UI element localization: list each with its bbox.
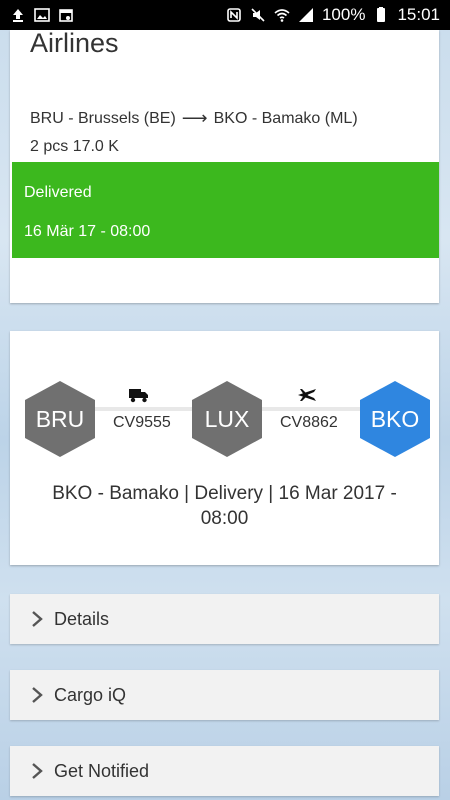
- chevron-right-icon: [32, 763, 43, 779]
- airplane-icon: [298, 389, 316, 401]
- cargo-iq-label: Cargo iQ: [54, 684, 127, 705]
- get-notified-section[interactable]: Get Notified: [10, 746, 439, 796]
- details-section[interactable]: Details: [10, 594, 439, 644]
- status-banner: Delivered 16 Mär 17 - 08:00: [12, 162, 439, 258]
- truck-icon: [129, 389, 148, 403]
- clock: 15:01: [397, 5, 440, 24]
- destination-text: BKO - Bamako (ML): [213, 109, 358, 127]
- flight-number: CV9555: [113, 414, 171, 431]
- signal-icon: [298, 8, 313, 22]
- stop-bru: BRU: [25, 381, 95, 457]
- route-card: BRU LUX BKO CV9555 CV8862 BKO - Bamako |…: [10, 331, 439, 565]
- stop-hexagon: LUX: [192, 381, 262, 457]
- stop-bko: BKO: [360, 381, 430, 457]
- delivery-summary: BKO - Bamako | Delivery | 16 Mar 2017 - …: [52, 483, 397, 529]
- stop-lux: LUX: [192, 381, 262, 457]
- pieces-weight: 2 pcs 17.0 K: [30, 138, 119, 155]
- image-icon: [34, 8, 50, 22]
- details-label: Details: [54, 608, 110, 629]
- battery-level: 100%: [321, 5, 366, 24]
- battery-icon: [377, 7, 386, 22]
- airline-title: Airlines: [30, 28, 119, 58]
- flight-number: CV8862: [280, 414, 338, 431]
- stop-hexagon: BKO: [360, 381, 430, 457]
- mute-icon: [251, 8, 265, 22]
- route-connector: [95, 407, 193, 411]
- status-label: Delivered: [24, 184, 92, 201]
- get-notified-label: Get Notified: [54, 760, 150, 781]
- status-bar: 100% 15:01: [0, 0, 450, 30]
- route-connector: [262, 407, 360, 411]
- calendar-icon: [59, 9, 73, 22]
- wifi-icon: [274, 9, 290, 22]
- arrow-right-icon: ⟶: [181, 108, 208, 128]
- upload-icon: [13, 9, 23, 22]
- status-date: 16 Mär 17 - 08:00: [24, 223, 151, 240]
- route-summary: BRU - Brussels (BE) ⟶ BKO - Bamako (ML): [30, 108, 358, 129]
- origin-text: BRU - Brussels (BE): [30, 109, 176, 127]
- shipment-summary-card: Airlines BRU - Brussels (BE) ⟶ BKO - Bam…: [10, 28, 439, 303]
- cargo-iq-section[interactable]: Cargo iQ: [10, 670, 439, 720]
- stop-hexagon: BRU: [25, 381, 95, 457]
- nfc-icon: [227, 8, 241, 22]
- chevron-right-icon: [32, 687, 43, 703]
- chevron-right-icon: [32, 611, 43, 627]
